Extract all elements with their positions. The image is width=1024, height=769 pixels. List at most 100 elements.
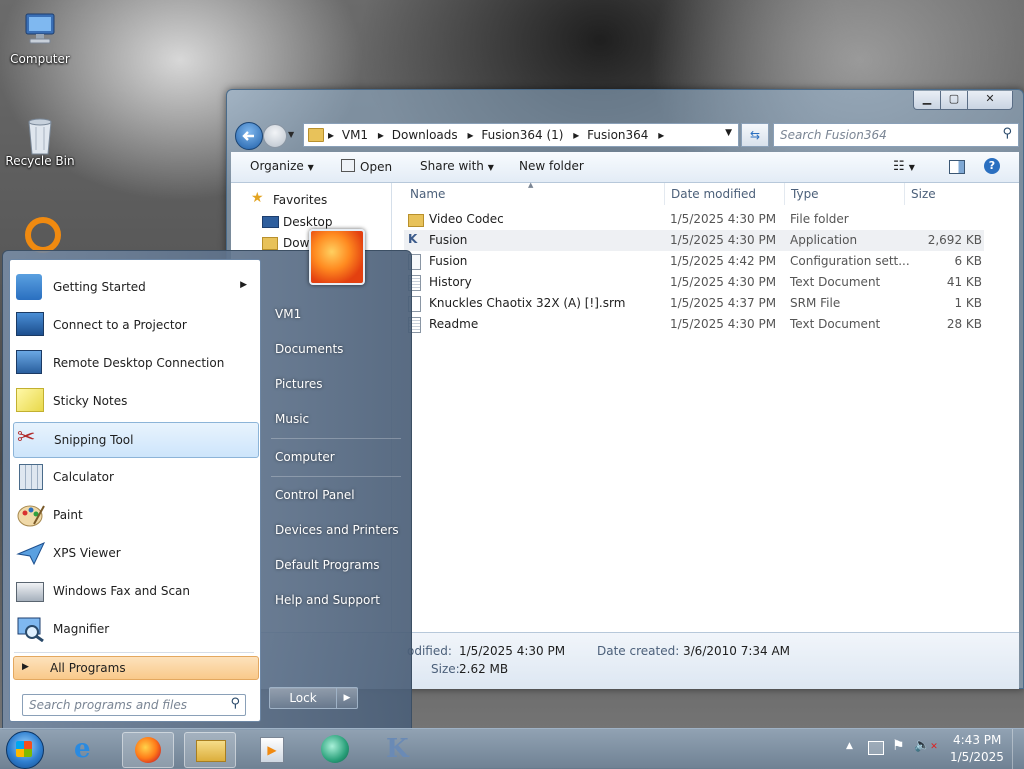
- minimize-button[interactable]: ▁: [913, 91, 941, 110]
- file-list: Name ▲ Date modified Type Size Video Cod…: [392, 181, 1019, 632]
- start-button[interactable]: [6, 731, 44, 769]
- column-header-date[interactable]: Date modified: [671, 187, 756, 201]
- forward-button[interactable]: [263, 124, 287, 148]
- program-xps-viewer[interactable]: XPS Viewer: [13, 536, 257, 570]
- start-link-user[interactable]: VM1: [275, 307, 301, 321]
- taskbar-internet-explorer[interactable]: e: [64, 732, 114, 766]
- start-search-input[interactable]: Search programs and files: [29, 698, 187, 712]
- address-bar[interactable]: ▸ VM1 ▸ Downloads ▸ Fusion364 (1) ▸ Fusi…: [303, 123, 739, 147]
- favorites-star-icon: ★: [251, 190, 264, 206]
- taskbar-knuckles-app[interactable]: K: [372, 732, 422, 766]
- address-dropdown-icon[interactable]: ▼: [725, 128, 732, 138]
- start-link-computer[interactable]: Computer: [275, 450, 335, 464]
- firefox-icon: [135, 737, 161, 763]
- file-row[interactable]: Knuckles Chaotix 32X (A) [!].srm 1/5/202…: [404, 293, 984, 314]
- start-link-default-programs[interactable]: Default Programs: [275, 558, 380, 572]
- start-orb-icon: [16, 741, 32, 757]
- start-link-documents[interactable]: Documents: [275, 342, 343, 356]
- recycle-bin-icon: [20, 112, 60, 155]
- taskbar-firefox[interactable]: [122, 732, 174, 768]
- search-input[interactable]: Search Fusion364: [780, 128, 887, 142]
- program-label: Magnifier: [53, 622, 110, 636]
- program-remote-desktop[interactable]: Remote Desktop Connection: [13, 346, 257, 380]
- breadcrumb-separator-icon: ▸: [328, 128, 335, 142]
- refresh-button[interactable]: ⇆: [741, 123, 769, 147]
- program-sticky-notes[interactable]: Sticky Notes: [13, 384, 257, 418]
- start-link-help-support[interactable]: Help and Support: [275, 593, 380, 607]
- network-icon[interactable]: [868, 741, 884, 755]
- power-options-button[interactable]: ▶: [336, 687, 358, 709]
- user-picture[interactable]: [309, 229, 365, 285]
- program-paint[interactable]: Paint: [13, 498, 257, 532]
- details-size-value: 2.62 MB: [459, 662, 509, 676]
- file-row[interactable]: Video Codec 1/5/2025 4:30 PM File folder: [404, 209, 984, 230]
- show-desktop-button[interactable]: [1012, 729, 1024, 769]
- open-icon: [341, 159, 355, 172]
- arrow-left-icon: [242, 131, 254, 141]
- clock-date[interactable]: 1/5/2025: [950, 750, 1004, 764]
- nav-favorites[interactable]: Favorites: [273, 193, 327, 207]
- help-icon[interactable]: ?: [984, 158, 1000, 174]
- taskbar-file-explorer[interactable]: [184, 732, 236, 768]
- action-center-flag-icon[interactable]: ⚑: [892, 738, 905, 754]
- file-row-selected[interactable]: K Fusion 1/5/2025 4:30 PM Application 2,…: [404, 230, 984, 251]
- breadcrumb-separator-icon: ▸: [377, 128, 384, 142]
- desktop-app-icon[interactable]: [24, 216, 62, 254]
- preview-pane-icon[interactable]: [949, 160, 965, 174]
- submenu-arrow-icon: ▶: [240, 280, 247, 290]
- file-date: 1/5/2025 4:42 PM: [670, 254, 777, 268]
- search-box[interactable]: Search Fusion364 ⚲: [773, 123, 1019, 147]
- arrow-right-icon: ▶: [22, 662, 29, 672]
- media-player-icon: ▶: [260, 737, 284, 763]
- breadcrumb-separator-icon: ▸: [658, 128, 665, 142]
- organize-menu[interactable]: Organize ▼: [250, 159, 314, 173]
- start-link-pictures[interactable]: Pictures: [275, 377, 323, 391]
- breadcrumb-item[interactable]: Fusion364: [587, 128, 648, 142]
- back-button[interactable]: [235, 122, 263, 150]
- taskbar: e ▶ K ▲ ⚑ 🔈✕ 4:43 PM 1/5/2025: [0, 728, 1024, 769]
- breadcrumb-item[interactable]: Fusion364 (1): [481, 128, 563, 142]
- start-link-music[interactable]: Music: [275, 412, 309, 426]
- file-row[interactable]: Readme 1/5/2025 4:30 PM Text Document 28…: [404, 314, 984, 335]
- breadcrumb-item[interactable]: Downloads: [392, 128, 458, 142]
- column-header-type[interactable]: Type: [791, 187, 819, 201]
- clock-time[interactable]: 4:43 PM: [953, 733, 1001, 747]
- maximize-button[interactable]: ▢: [940, 91, 968, 110]
- nav-desktop[interactable]: Desktop: [283, 215, 333, 229]
- program-fax-scan[interactable]: Windows Fax and Scan: [13, 574, 257, 608]
- share-with-menu[interactable]: Share with ▼: [420, 159, 494, 173]
- show-hidden-icons[interactable]: ▲: [846, 741, 853, 751]
- fax-scan-icon: [16, 582, 44, 602]
- start-search-box[interactable]: Search programs and files ⚲: [22, 694, 246, 716]
- nav-downloads[interactable]: Dow: [283, 236, 309, 250]
- lock-button[interactable]: Lock: [269, 687, 337, 709]
- new-folder-button[interactable]: New folder: [519, 159, 584, 173]
- file-row[interactable]: History 1/5/2025 4:30 PM Text Document 4…: [404, 272, 984, 293]
- recent-pages-dropdown[interactable]: ▼: [288, 130, 294, 139]
- all-programs-button[interactable]: ▶ All Programs: [13, 656, 259, 680]
- program-snipping-tool[interactable]: ✂ Snipping Tool: [13, 422, 259, 458]
- start-link-devices-printers[interactable]: Devices and Printers: [275, 523, 399, 537]
- program-magnifier[interactable]: Magnifier: [13, 612, 257, 646]
- column-header-name[interactable]: Name: [410, 187, 445, 201]
- program-label: XPS Viewer: [53, 546, 121, 560]
- start-link-control-panel[interactable]: Control Panel: [275, 488, 355, 502]
- file-row[interactable]: Fusion 1/5/2025 4:42 PM Configuration se…: [404, 251, 984, 272]
- program-connect-projector[interactable]: Connect to a Projector: [13, 308, 257, 342]
- details-created-label: Date created:: [597, 644, 680, 658]
- desktop-icon-computer[interactable]: Computer: [0, 10, 80, 66]
- open-button[interactable]: Open: [341, 159, 392, 174]
- file-explorer-icon: [196, 740, 226, 762]
- file-type: Text Document: [790, 317, 881, 331]
- program-calculator[interactable]: Calculator: [13, 460, 257, 494]
- view-options-icon[interactable]: ☷ ▼: [893, 159, 915, 174]
- volume-muted-icon[interactable]: 🔈✕: [914, 738, 938, 753]
- program-getting-started[interactable]: Getting Started ▶: [13, 270, 257, 304]
- taskbar-media-player[interactable]: ▶: [246, 732, 296, 766]
- breadcrumb-item[interactable]: VM1: [342, 128, 368, 142]
- close-button[interactable]: ✕: [967, 91, 1013, 110]
- file-size: 41 KB: [946, 275, 982, 289]
- taskbar-app[interactable]: [310, 732, 360, 766]
- column-header-size[interactable]: Size: [911, 187, 936, 201]
- desktop-icon-recycle-bin[interactable]: Recycle Bin: [0, 112, 80, 168]
